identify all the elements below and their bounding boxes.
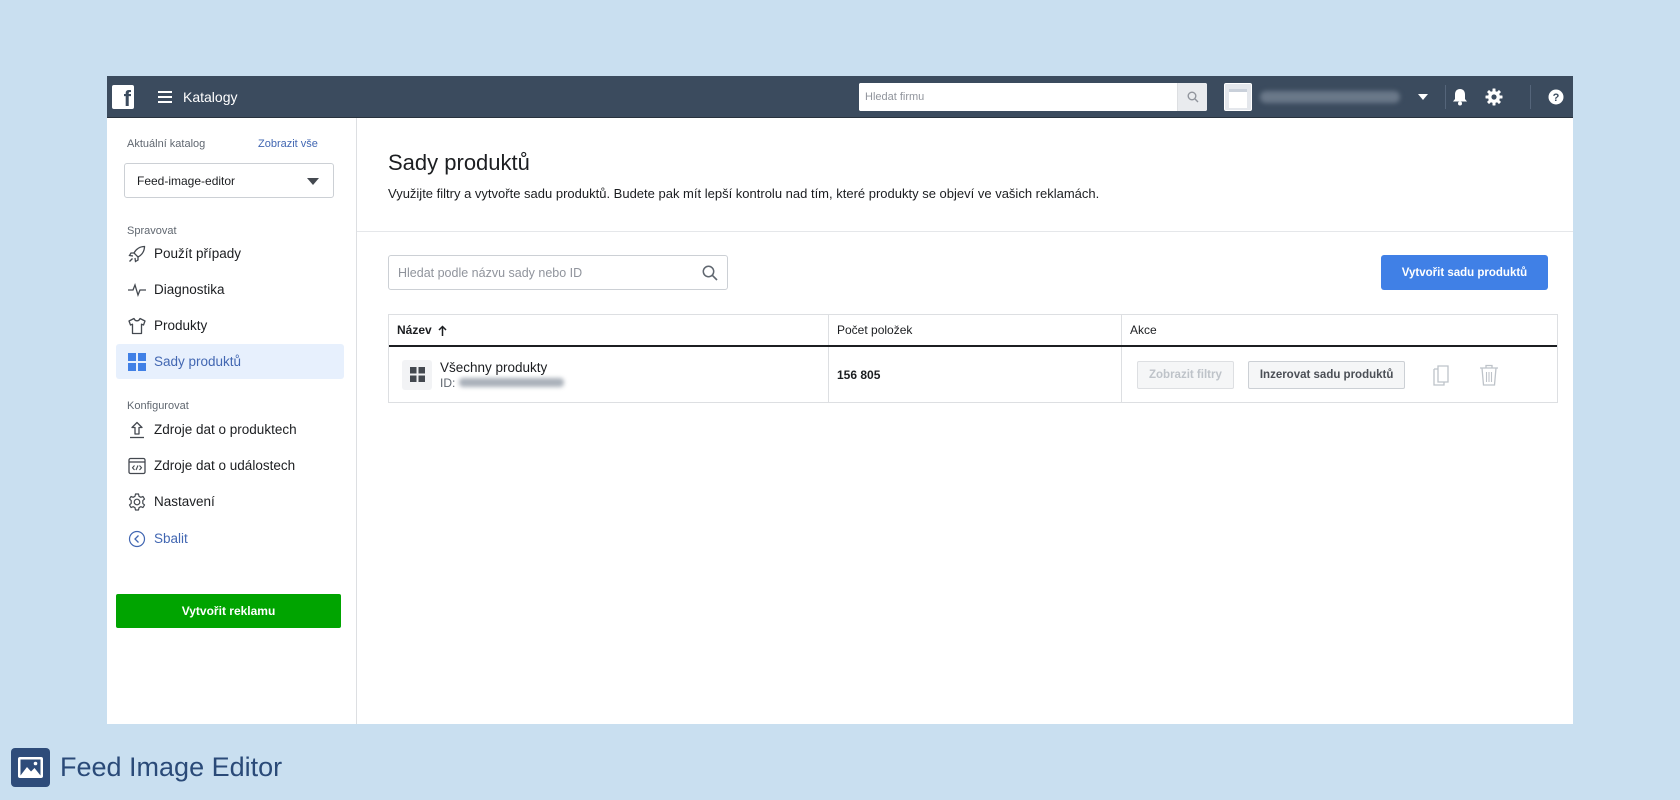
help-icon[interactable]: ? [1545, 86, 1567, 108]
account-name-redacted[interactable] [1260, 91, 1400, 103]
column-header-count: Počet položek [829, 315, 1122, 345]
sort-ascending-icon [438, 324, 447, 336]
app-title: Katalogy [183, 88, 238, 105]
current-catalog-label: Aktuální katalog [127, 138, 206, 150]
page-title: Sady produktů [388, 150, 530, 175]
app-window: f Katalogy ? Aktuální katalog Zobrazit v… [107, 76, 1573, 724]
item-count-cell: 156 805 [829, 347, 1122, 402]
search-icon [1187, 91, 1198, 103]
top-bar: f Katalogy ? [107, 76, 1573, 118]
main-content: Sady produktů Využijte filtry a vytvořte… [357, 118, 1573, 724]
grid-icon [402, 359, 432, 390]
create-product-set-button[interactable]: Vytvořit sadu produktů [1381, 255, 1548, 290]
code-window-icon [126, 455, 148, 477]
gear-icon[interactable] [1483, 86, 1505, 108]
sidebar-collapse-label: Sbalit [154, 531, 188, 546]
product-set-name-cell: Všechny produkty ID: [389, 347, 829, 402]
table-row: Všechny produkty ID: 156 805 Zobrazit fi… [389, 347, 1557, 402]
account-dropdown-icon[interactable] [1418, 94, 1428, 100]
view-filters-button[interactable]: Zobrazit filtry [1137, 360, 1234, 389]
pulse-icon [126, 279, 148, 301]
divider [357, 231, 1573, 232]
sidebar-item-label: Produkty [154, 318, 208, 333]
configure-section-label: Konfigurovat [127, 400, 189, 412]
facebook-logo-icon[interactable]: f [112, 84, 134, 110]
product-set-search-input[interactable] [389, 265, 693, 280]
page-description: Využijte filtry a vytvořte sadu produktů… [388, 186, 1100, 201]
column-header-actions: Akce [1130, 323, 1157, 337]
divider [1530, 85, 1531, 109]
item-count: 156 805 [837, 367, 881, 382]
product-set-id-redacted [459, 378, 565, 387]
advertise-product-set-button[interactable]: Inzerovat sadu produktů [1247, 360, 1406, 389]
sidebar-item-label: Zdroje dat o produktech [154, 422, 297, 437]
upload-icon [126, 419, 148, 441]
tshirt-icon [126, 315, 148, 337]
catalog-select[interactable]: Feed-image-editor [124, 163, 334, 198]
sidebar-item-use-cases[interactable]: Použít případy [116, 236, 344, 271]
business-search-button[interactable] [1177, 83, 1207, 111]
business-search [859, 83, 1207, 111]
sidebar-item-products[interactable]: Produkty [116, 308, 344, 343]
bell-icon[interactable] [1449, 86, 1471, 108]
account-avatar[interactable] [1224, 83, 1252, 111]
sidebar-item-diagnostics[interactable]: Diagnostika [116, 272, 344, 307]
sidebar-item-product-data-sources[interactable]: Zdroje dat o produktech [116, 412, 344, 447]
product-set-search [388, 255, 728, 290]
rocket-icon [126, 243, 148, 265]
trash-icon[interactable] [1475, 361, 1503, 389]
chevron-left-circle-icon [126, 528, 148, 550]
search-icon[interactable] [693, 265, 727, 281]
brand-name: Feed Image Editor [60, 752, 283, 782]
brand: Feed Image Editor [11, 748, 282, 787]
business-search-input[interactable] [859, 83, 1177, 111]
show-all-link[interactable]: Zobrazit vše [258, 138, 318, 150]
sidebar-item-event-data-sources[interactable]: Zdroje dat o událostech [116, 448, 344, 483]
product-sets-table: Název Počet položek Akce Všechny produkt… [388, 314, 1558, 403]
product-set-id: ID: [440, 376, 565, 390]
sidebar-item-settings[interactable]: Nastavení [116, 484, 344, 519]
sidebar-item-label: Sady produktů [154, 354, 242, 369]
sidebar-collapse-button[interactable]: Sbalit [116, 521, 344, 556]
chevron-down-icon [307, 178, 319, 185]
sidebar-item-label: Diagnostika [154, 282, 225, 297]
column-header-name[interactable]: Název [389, 315, 829, 345]
sidebar-item-label: Použít případy [154, 246, 242, 261]
divider [1445, 85, 1446, 109]
sidebar-item-label: Nastavení [154, 494, 215, 509]
actions-cell: Zobrazit filtry Inzerovat sadu produktů [1122, 347, 1557, 402]
svg-text:?: ? [1553, 92, 1560, 104]
create-ad-button[interactable]: Vytvořit reklamu [116, 594, 341, 628]
table-header: Název Počet položek Akce [389, 315, 1557, 347]
sidebar-item-product-sets[interactable]: Sady produktů [116, 344, 344, 379]
sidebar: Aktuální katalog Zobrazit vše Feed-image… [107, 118, 357, 724]
catalog-select-value: Feed-image-editor [137, 173, 236, 188]
duplicate-icon[interactable] [1427, 361, 1455, 389]
menu-icon[interactable] [158, 90, 172, 103]
image-editor-logo-icon [11, 748, 50, 787]
grid-icon [126, 351, 148, 373]
product-set-name[interactable]: Všechny produkty [440, 360, 564, 376]
gear-icon [126, 491, 148, 513]
sidebar-item-label: Zdroje dat o událostech [154, 458, 296, 473]
